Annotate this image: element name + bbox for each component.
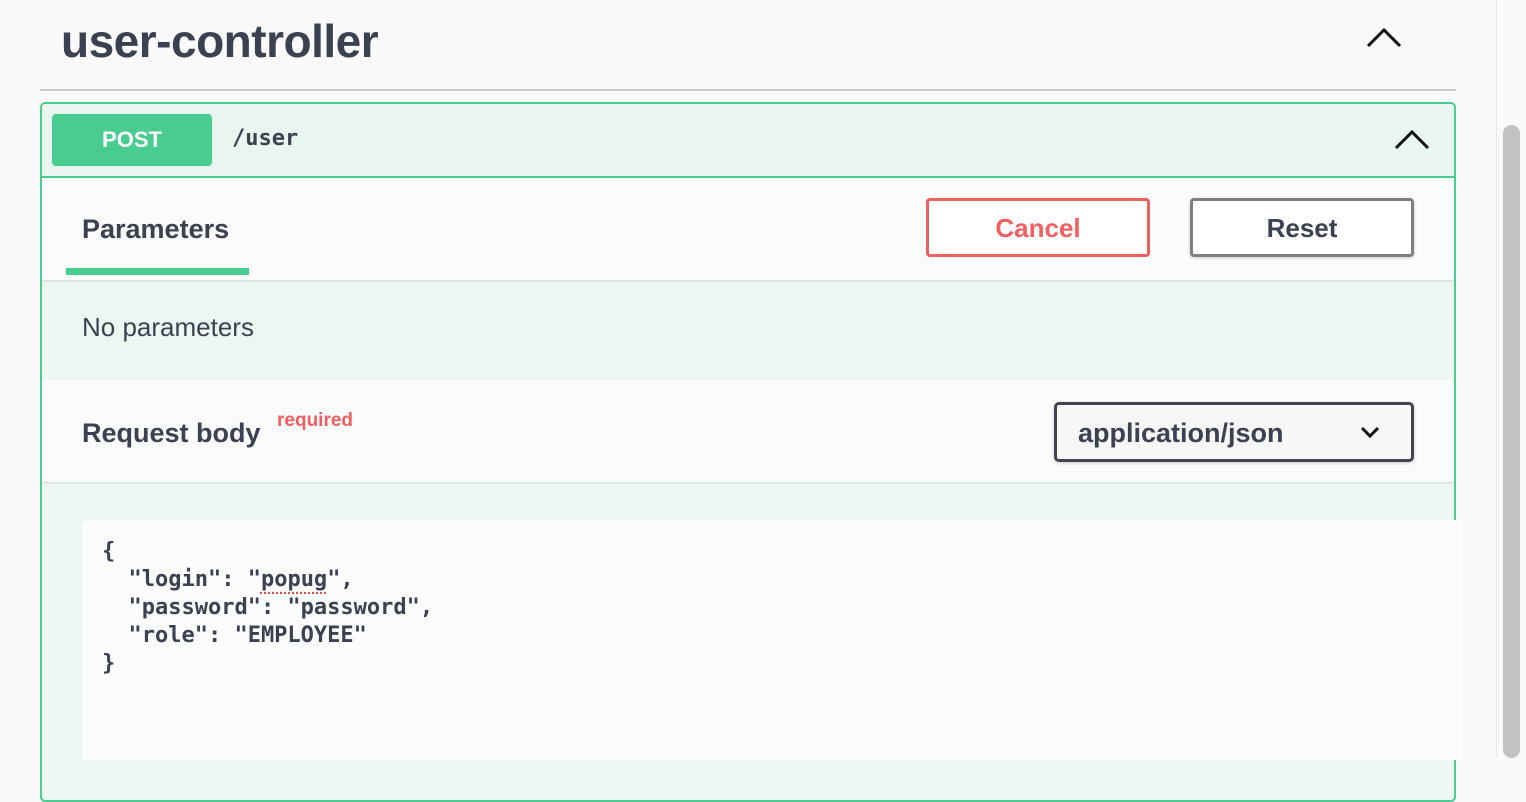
request-body-json: { "login": "popug", "password": "passwor… <box>102 539 434 676</box>
opblock-summary[interactable]: POST /user <box>42 104 1454 178</box>
tag-title[interactable]: user-controller <box>61 14 379 68</box>
reset-button[interactable]: Reset <box>1190 198 1414 257</box>
chevron-down-icon <box>1360 426 1380 439</box>
request-body-editor[interactable]: { "login": "popug", "password": "passwor… <box>82 520 1462 760</box>
no-parameters-text: No parameters <box>82 312 254 342</box>
spellcheck-word: popug <box>260 567 328 592</box>
content-type-value: application/json <box>1078 418 1284 448</box>
chevron-up-icon[interactable] <box>1364 22 1404 52</box>
required-badge: required <box>277 410 354 431</box>
content-type-select[interactable]: application/json <box>1054 402 1414 462</box>
tab-parameters[interactable]: Parameters <box>82 214 229 245</box>
request-body-header: Request body required application/json <box>42 380 1454 482</box>
request-body-title: Request body <box>82 418 261 448</box>
tag-header[interactable]: user-controller <box>40 0 1456 91</box>
method-badge: POST <box>52 114 212 166</box>
tab-active-indicator <box>66 268 249 275</box>
parameters-header: Parameters Cancel Reset <box>42 178 1454 280</box>
cancel-button[interactable]: Cancel <box>926 198 1150 257</box>
chevron-up-icon[interactable] <box>1392 124 1432 154</box>
endpoint-path: /user <box>232 126 299 151</box>
scrollbar-thumb[interactable] <box>1503 125 1520 758</box>
